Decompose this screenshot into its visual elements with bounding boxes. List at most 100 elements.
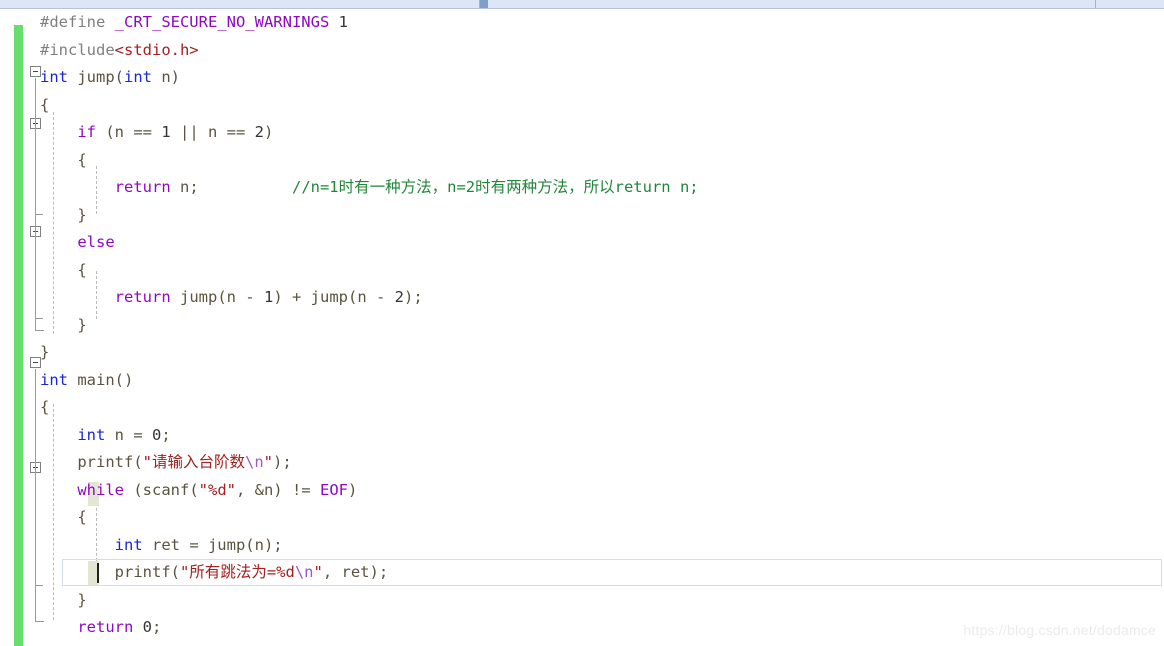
code-token-macro: _CRT_SECURE_NO_WARNINGS bbox=[114, 13, 330, 31]
code-line[interactable]: #include<stdio.h> bbox=[0, 37, 1164, 65]
code-line[interactable]: while (scanf("%d", &n) != EOF) bbox=[0, 477, 1164, 505]
code-line[interactable]: { bbox=[0, 147, 1164, 175]
code-token-type: int bbox=[40, 68, 68, 86]
code-line[interactable]: { bbox=[0, 92, 1164, 120]
code-line[interactable]: } bbox=[0, 312, 1164, 340]
toolbar-splitter[interactable] bbox=[480, 0, 488, 8]
code-token-ident: , ret); bbox=[322, 563, 389, 581]
code-token-num: 2 bbox=[254, 123, 265, 141]
code-line[interactable]: printf("所有跳法为=%d\n", ret); bbox=[0, 559, 1164, 587]
code-token-ident: ; bbox=[152, 618, 162, 636]
code-token-ident bbox=[199, 178, 292, 196]
code-token-ident: ); bbox=[404, 288, 423, 306]
code-line[interactable]: } bbox=[0, 587, 1164, 615]
code-token-ident: n = bbox=[105, 425, 152, 444]
code-line[interactable]: } bbox=[0, 339, 1164, 367]
code-token-num: 2 bbox=[394, 288, 404, 306]
code-token-kw: else bbox=[77, 233, 115, 251]
code-token-ident: || n == bbox=[170, 123, 255, 141]
code-line[interactable]: return jump(n - 1) + jump(n - 2); bbox=[0, 284, 1164, 312]
code-line[interactable]: printf("请输入台阶数\n"); bbox=[0, 449, 1164, 477]
code-token-ident: ) bbox=[264, 123, 274, 141]
code-token-brace: { bbox=[77, 260, 87, 279]
code-token-kw: if bbox=[77, 123, 96, 141]
code-token-cmt: //n=1时有一种方法，n=2时有两种方法，所以return n; bbox=[291, 178, 699, 196]
code-token-brace: { bbox=[40, 398, 50, 416]
code-token-ident: printf( bbox=[114, 563, 180, 581]
code-editor-surface[interactable]: #define _CRT_SECURE_NO_WARNINGS 1 #includ… bbox=[0, 0, 1164, 646]
code-token-ident: n) bbox=[152, 68, 180, 86]
code-token-str: " bbox=[263, 453, 274, 471]
code-token-ident: printf( bbox=[77, 453, 143, 471]
code-token-num: 0 bbox=[152, 425, 162, 444]
code-line[interactable]: return n; //n=1时有一种方法，n=2时有两种方法，所以return… bbox=[0, 174, 1164, 202]
code-token-type: int bbox=[40, 370, 68, 389]
code-token-str: "%d" bbox=[198, 480, 236, 499]
code-token-ident: ret = jump(n); bbox=[142, 535, 283, 554]
code-token-ident: ) + jump(n - bbox=[273, 288, 395, 306]
code-line[interactable]: int jump(int n) bbox=[0, 64, 1164, 92]
code-token-brace: } bbox=[77, 590, 87, 609]
code-token-ident: main() bbox=[68, 370, 134, 389]
scope-dropdown-right[interactable] bbox=[488, 0, 1096, 8]
code-token-esc: \n bbox=[294, 563, 314, 581]
code-text-area[interactable]: #define _CRT_SECURE_NO_WARNINGS 1 #includ… bbox=[0, 9, 1164, 646]
code-token-ident: (n == bbox=[96, 123, 162, 141]
code-token-type: int bbox=[77, 425, 106, 444]
code-token-pp: #define bbox=[40, 13, 115, 31]
code-token-str: " bbox=[313, 563, 323, 581]
code-line[interactable]: } bbox=[0, 202, 1164, 230]
code-line[interactable]: { bbox=[0, 257, 1164, 285]
code-line[interactable]: int main() bbox=[0, 367, 1164, 395]
code-token-kw: return bbox=[114, 178, 171, 196]
code-line[interactable]: { bbox=[0, 504, 1164, 532]
code-line[interactable]: if (n == 1 || n == 2) bbox=[0, 119, 1164, 147]
code-token-ident: jump( bbox=[68, 68, 124, 86]
code-line[interactable]: int n = 0; bbox=[0, 422, 1164, 450]
code-token-num: 1 bbox=[161, 123, 171, 141]
code-token-ident bbox=[133, 618, 142, 636]
code-line[interactable]: } bbox=[0, 642, 1164, 646]
code-token-pp: #include bbox=[40, 40, 115, 59]
code-line[interactable]: else bbox=[0, 229, 1164, 257]
code-token-kw: return bbox=[77, 618, 134, 636]
code-token-str: <stdio.h> bbox=[114, 40, 199, 59]
scope-dropdown-left[interactable] bbox=[0, 0, 480, 8]
code-token-ident: ); bbox=[273, 453, 292, 471]
code-line[interactable]: int ret = jump(n); bbox=[0, 532, 1164, 560]
code-line[interactable]: { bbox=[0, 394, 1164, 422]
code-token-num: 1 bbox=[329, 13, 348, 31]
code-token-type: int bbox=[114, 535, 143, 554]
toolbar-end-region bbox=[1096, 0, 1164, 8]
editor-toolbar[interactable] bbox=[0, 0, 1164, 9]
code-token-brace: } bbox=[40, 343, 50, 361]
code-token-brace: { bbox=[77, 508, 87, 526]
code-token-ident: n; bbox=[170, 178, 199, 196]
code-token-ident: , &n) != bbox=[235, 480, 320, 499]
code-token-kw: while bbox=[77, 480, 124, 499]
code-token-brace: } bbox=[77, 315, 87, 334]
code-token-esc: \n bbox=[245, 453, 264, 471]
code-token-macro: EOF bbox=[319, 480, 348, 499]
code-token-str: "请输入台阶数 bbox=[142, 453, 245, 471]
code-token-ident: ) bbox=[347, 480, 358, 499]
code-token-kw: return bbox=[114, 288, 171, 306]
code-token-str: "所有跳法为=%d bbox=[179, 563, 295, 581]
code-line[interactable]: #define _CRT_SECURE_NO_WARNINGS 1 bbox=[0, 9, 1164, 37]
code-token-type: int bbox=[124, 68, 152, 86]
watermark: https://blog.csdn.net/dodamce bbox=[963, 622, 1156, 638]
